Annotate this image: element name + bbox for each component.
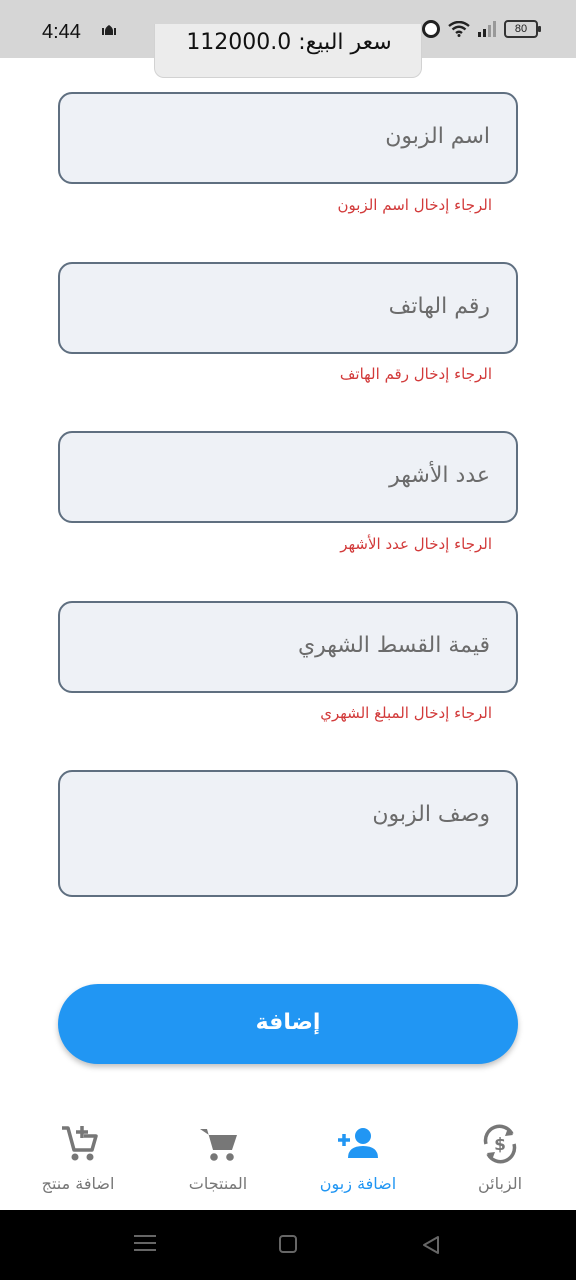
status-icons: 80	[422, 20, 541, 38]
months-error: الرجاء إدخال عدد الأشهر	[340, 535, 492, 553]
bottom-navigation: اضافة منتج المنتجات اضافة زبون $ الزبائن	[0, 1108, 576, 1210]
customer-name-field[interactable]: اسم الزبون	[58, 92, 518, 184]
home-icon[interactable]	[279, 1235, 297, 1253]
person-add-icon	[336, 1124, 380, 1164]
phone-error: الرجاء إدخال رقم الهاتف	[339, 365, 492, 383]
nav-customers-label: الزبائن	[477, 1174, 523, 1193]
customer-description-field[interactable]: وصف الزبون	[58, 770, 518, 897]
nav-add-product[interactable]: اضافة منتج	[6, 1108, 150, 1210]
add-button-label: إضافة	[255, 1010, 321, 1035]
nav-add-customer[interactable]: اضافة زبون	[286, 1108, 430, 1210]
monthly-installment-error: الرجاء إدخال المبلغ الشهري	[320, 704, 492, 722]
customer-name-placeholder: اسم الزبون	[385, 124, 490, 149]
system-navigation-bar	[0, 1210, 576, 1280]
phone-placeholder: رقم الهاتف	[388, 294, 490, 319]
signal-icon	[478, 21, 496, 37]
mosque-notification-icon	[102, 22, 116, 40]
status-time: 4:44	[42, 21, 81, 43]
customer-description-placeholder: وصف الزبون	[372, 802, 490, 827]
battery-icon: 80	[504, 20, 541, 38]
wifi-icon	[448, 20, 470, 37]
monthly-installment-placeholder: قيمة القسط الشهري	[297, 633, 490, 658]
app-screen: 4:44 80 سعر البيع: 112000.0 اسم الزبون ا…	[0, 0, 576, 1280]
svg-text:$: $	[494, 1135, 506, 1155]
recent-apps-icon[interactable]	[134, 1235, 156, 1253]
nav-products[interactable]: المنتجات	[146, 1108, 290, 1210]
currency-exchange-icon: $	[478, 1124, 522, 1164]
nav-products-label: المنتجات	[188, 1174, 248, 1193]
add-cart-icon	[56, 1124, 100, 1164]
alarm-icon	[422, 20, 440, 38]
phone-field[interactable]: رقم الهاتف	[58, 262, 518, 354]
add-button[interactable]: إضافة	[58, 984, 518, 1064]
months-placeholder: عدد الأشهر	[389, 463, 490, 488]
nav-add-product-label: اضافة منتج	[41, 1174, 115, 1193]
price-toast: سعر البيع: 112000.0	[154, 24, 422, 78]
back-icon[interactable]	[420, 1235, 442, 1255]
customer-name-error: الرجاء إدخال اسم الزبون	[337, 196, 492, 214]
cart-icon	[196, 1124, 240, 1164]
nav-add-customer-label: اضافة زبون	[319, 1174, 397, 1193]
monthly-installment-field[interactable]: قيمة القسط الشهري	[58, 601, 518, 693]
sale-price-text: سعر البيع: 112000.0	[186, 30, 392, 55]
nav-customers[interactable]: $ الزبائن	[428, 1108, 572, 1210]
months-field[interactable]: عدد الأشهر	[58, 431, 518, 523]
